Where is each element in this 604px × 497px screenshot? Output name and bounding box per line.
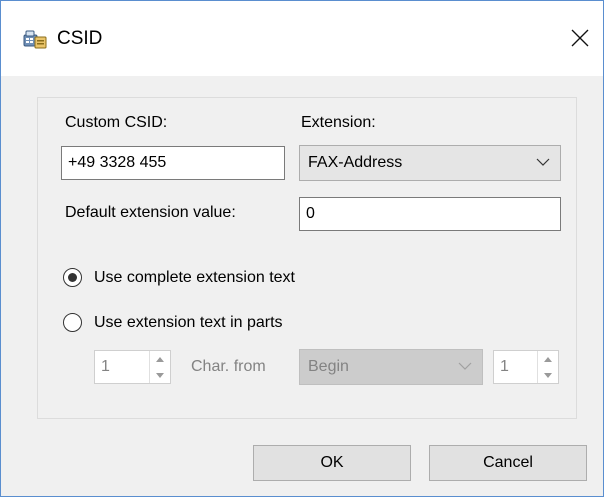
spinner-arrows bbox=[149, 351, 170, 383]
use-extension-parts-radio[interactable]: Use extension text in parts bbox=[63, 313, 283, 332]
chevron-down-icon bbox=[458, 362, 472, 370]
spin-up-icon[interactable] bbox=[538, 351, 558, 367]
extension-selected-value: FAX-Address bbox=[308, 154, 403, 171]
length-value: 1 bbox=[500, 358, 509, 375]
title-bar: CSID bbox=[1, 1, 603, 76]
length-spinner[interactable]: 1 bbox=[493, 350, 559, 384]
position-selected-value: Begin bbox=[308, 358, 349, 375]
phone-fax-icon bbox=[23, 29, 47, 49]
spin-down-icon[interactable] bbox=[538, 367, 558, 383]
csid-dialog: CSID Custom CSID: Extension: +49 3328 45… bbox=[0, 0, 604, 497]
ok-button[interactable]: OK bbox=[253, 445, 411, 481]
cancel-button[interactable]: Cancel bbox=[429, 445, 587, 481]
close-button[interactable] bbox=[561, 19, 599, 57]
custom-csid-label: Custom CSID: bbox=[65, 114, 168, 131]
start-char-spinner[interactable]: 1 bbox=[94, 350, 171, 384]
spin-up-icon[interactable] bbox=[150, 351, 170, 367]
radio-unchecked-indicator bbox=[63, 313, 82, 332]
default-extension-label: Default extension value: bbox=[65, 204, 236, 221]
custom-csid-input[interactable]: +49 3328 455 bbox=[61, 146, 285, 180]
spin-down-icon[interactable] bbox=[150, 367, 170, 383]
radio-checked-indicator bbox=[63, 268, 82, 287]
window-title: CSID bbox=[57, 28, 103, 49]
start-char-value: 1 bbox=[101, 358, 110, 375]
close-icon bbox=[571, 29, 589, 47]
char-from-label: Char. from bbox=[191, 358, 266, 375]
spinner-arrows bbox=[537, 351, 558, 383]
position-dropdown[interactable]: Begin bbox=[299, 349, 483, 385]
default-extension-input[interactable]: 0 bbox=[299, 197, 561, 231]
chevron-down-icon bbox=[536, 158, 550, 166]
use-complete-extension-radio[interactable]: Use complete extension text bbox=[63, 268, 295, 287]
extension-label: Extension: bbox=[301, 114, 376, 131]
use-complete-extension-label: Use complete extension text bbox=[94, 268, 295, 286]
extension-dropdown[interactable]: FAX-Address bbox=[299, 145, 561, 181]
use-extension-parts-label: Use extension text in parts bbox=[94, 313, 283, 331]
